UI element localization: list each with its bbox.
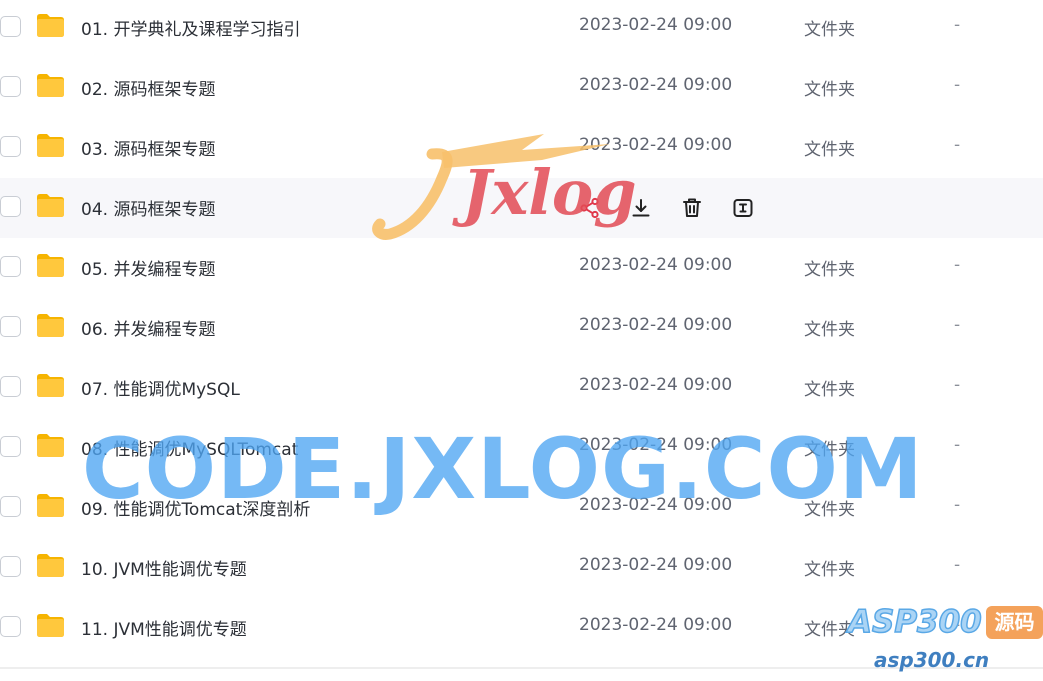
file-name[interactable]: 03. 源码框架专题 xyxy=(81,135,215,160)
row-checkbox[interactable] xyxy=(0,436,21,457)
file-size: - xyxy=(954,75,961,95)
file-row[interactable]: 07. 性能调优MySQL 2023-02-24 09:00 文件夹 - xyxy=(0,358,1043,418)
file-row[interactable]: 08. 性能调优MySQLTomcat 2023-02-24 09:00 文件夹 - xyxy=(0,418,1043,478)
file-row[interactable]: 03. 源码框架专题 2023-02-24 09:00 文件夹 - xyxy=(0,118,1043,178)
file-name[interactable]: 01. 开学典礼及课程学习指引 xyxy=(81,15,300,40)
modified-date: 2023-02-24 09:00 xyxy=(579,615,733,635)
row-checkbox[interactable] xyxy=(0,16,21,37)
rename-icon xyxy=(731,199,755,224)
file-row[interactable]: 04. 源码框架专题 xyxy=(0,178,1043,238)
folder-icon xyxy=(36,13,65,38)
list-bottom-divider xyxy=(0,667,1043,669)
folder-icon xyxy=(36,73,65,98)
folder-icon xyxy=(36,433,65,458)
trash-icon xyxy=(680,198,704,224)
folder-icon xyxy=(36,613,65,638)
row-checkbox[interactable] xyxy=(0,376,21,397)
file-name[interactable]: 02. 源码框架专题 xyxy=(81,75,215,100)
folder-icon xyxy=(36,373,65,398)
file-name[interactable]: 10. JVM性能调优专题 xyxy=(81,555,247,580)
file-size: - xyxy=(954,495,961,515)
row-checkbox[interactable] xyxy=(0,316,21,337)
file-name[interactable]: 08. 性能调优MySQLTomcat xyxy=(81,435,298,460)
row-checkbox[interactable] xyxy=(0,256,21,277)
modified-date: 2023-02-24 09:00 xyxy=(579,495,733,515)
file-size: - xyxy=(954,435,961,455)
file-name[interactable]: 11. JVM性能调优专题 xyxy=(81,615,247,640)
file-row[interactable]: 01. 开学典礼及课程学习指引 2023-02-24 09:00 文件夹 - xyxy=(0,0,1043,58)
share-icon xyxy=(578,197,602,224)
file-type: 文件夹 xyxy=(804,500,855,520)
modified-date: 2023-02-24 09:00 xyxy=(579,375,733,395)
folder-icon xyxy=(36,553,65,578)
file-size: - xyxy=(954,315,961,335)
file-type: 文件夹 xyxy=(804,80,855,100)
file-row[interactable]: 11. JVM性能调优专题 2023-02-24 09:00 文件夹 - xyxy=(0,598,1043,658)
row-checkbox[interactable] xyxy=(0,556,21,577)
folder-icon xyxy=(36,253,65,278)
file-type: 文件夹 xyxy=(804,20,855,40)
file-row[interactable]: 05. 并发编程专题 2023-02-24 09:00 文件夹 - xyxy=(0,238,1043,298)
file-type: 文件夹 xyxy=(804,140,855,160)
row-checkbox[interactable] xyxy=(0,76,21,97)
file-name[interactable]: 09. 性能调优Tomcat深度剖析 xyxy=(81,495,310,520)
file-type: 文件夹 xyxy=(804,440,855,460)
download-button[interactable] xyxy=(629,196,653,220)
file-size: - xyxy=(954,375,961,395)
file-row[interactable]: 09. 性能调优Tomcat深度剖析 2023-02-24 09:00 文件夹 - xyxy=(0,478,1043,538)
file-name[interactable]: 06. 并发编程专题 xyxy=(81,315,215,340)
row-checkbox[interactable] xyxy=(0,196,21,217)
folder-icon xyxy=(36,493,65,518)
folder-icon xyxy=(36,193,65,218)
file-row[interactable]: 06. 并发编程专题 2023-02-24 09:00 文件夹 - xyxy=(0,298,1043,358)
modified-date: 2023-02-24 09:00 xyxy=(579,135,733,155)
file-size: - xyxy=(954,615,961,635)
modified-date: 2023-02-24 09:00 xyxy=(579,75,733,95)
row-checkbox[interactable] xyxy=(0,616,21,637)
file-type: 文件夹 xyxy=(804,380,855,400)
modified-date: 2023-02-24 09:00 xyxy=(579,555,733,575)
file-row[interactable]: 02. 源码框架专题 2023-02-24 09:00 文件夹 - xyxy=(0,58,1043,118)
folder-icon xyxy=(36,133,65,158)
download-icon xyxy=(629,199,653,224)
file-type: 文件夹 xyxy=(804,620,855,640)
file-row[interactable]: 10. JVM性能调优专题 2023-02-24 09:00 文件夹 - xyxy=(0,538,1043,598)
file-size: - xyxy=(954,135,961,155)
row-checkbox[interactable] xyxy=(0,496,21,517)
file-size: - xyxy=(954,255,961,275)
file-size: - xyxy=(954,555,961,575)
modified-date: 2023-02-24 09:00 xyxy=(579,255,733,275)
file-name[interactable]: 05. 并发编程专题 xyxy=(81,255,215,280)
file-type: 文件夹 xyxy=(804,260,855,280)
row-checkbox[interactable] xyxy=(0,136,21,157)
modified-date: 2023-02-24 09:00 xyxy=(579,315,733,335)
file-name[interactable]: 04. 源码框架专题 xyxy=(81,195,215,220)
trash-button[interactable] xyxy=(680,196,704,220)
modified-date: 2023-02-24 09:00 xyxy=(579,15,733,35)
file-size: - xyxy=(954,15,961,35)
share-button[interactable] xyxy=(578,196,602,220)
folder-icon xyxy=(36,313,65,338)
modified-date: 2023-02-24 09:00 xyxy=(579,435,733,455)
rename-button[interactable] xyxy=(731,196,755,220)
file-type: 文件夹 xyxy=(804,320,855,340)
file-name[interactable]: 07. 性能调优MySQL xyxy=(81,375,240,400)
file-type: 文件夹 xyxy=(804,560,855,580)
